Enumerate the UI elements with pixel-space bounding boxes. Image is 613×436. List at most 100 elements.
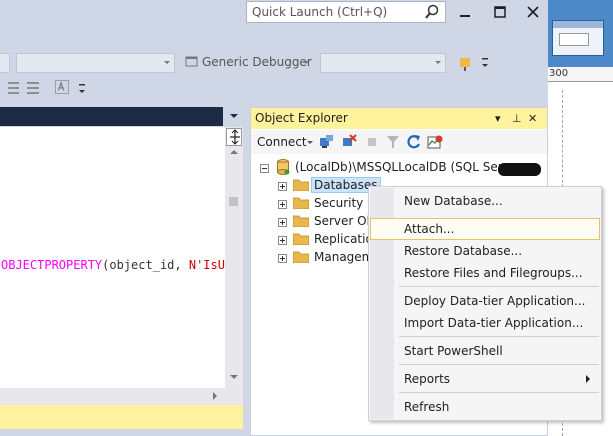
minimize-button[interactable]: [450, 0, 480, 24]
submenu-arrow-icon: [586, 375, 590, 383]
folder-icon: [293, 233, 309, 245]
document-tab[interactable]: [0, 107, 223, 126]
pin-icon[interactable]: [459, 56, 475, 72]
activity-monitor-icon[interactable]: [427, 134, 443, 150]
configuration-combo[interactable]: [0, 53, 10, 73]
debug-target-icon: [185, 56, 198, 67]
auto-hide-button[interactable]: ⊥: [512, 113, 522, 125]
redacted-version: [498, 163, 541, 176]
toolbar-overflow-icon[interactable]: [78, 84, 86, 96]
splitter-icon: [230, 129, 240, 145]
query-editor[interactable]: OBJECTPROPERTY(object_id, N'IsUs: [0, 127, 232, 388]
toolbar-overflow-icon[interactable]: [481, 58, 489, 72]
main-toolbar: Generic Debugger: [0, 50, 548, 76]
chevron-down-icon: [164, 61, 170, 64]
menu-item-attach[interactable]: Attach...: [370, 218, 600, 240]
menu-item-label: Reports: [404, 372, 451, 386]
menu-separator: [399, 364, 599, 365]
close-window-button[interactable]: [518, 0, 548, 24]
folder-icon: [293, 197, 309, 209]
menu-item-import-data-tier[interactable]: Import Data-tier Application...: [370, 312, 600, 334]
expand-icon[interactable]: [278, 236, 287, 245]
ruler-value: 300: [549, 68, 569, 79]
editor-vertical-scrollbar[interactable]: [225, 127, 243, 388]
panel-title: Object Explorer: [255, 111, 348, 125]
target-combo[interactable]: [320, 53, 446, 73]
debugger-button[interactable]: Generic Debugger: [202, 55, 312, 69]
disconnect-server-icon[interactable]: [341, 134, 357, 150]
menu-item-label: Deploy Data-tier Application...: [404, 294, 586, 308]
close-icon: [527, 6, 539, 18]
code-line: OBJECTPROPERTY(object_id, N'IsUs: [1, 258, 232, 272]
menu-item-label: Start PowerShell: [404, 344, 503, 358]
chevron-down-icon: [303, 61, 309, 64]
platform-combo[interactable]: [16, 53, 175, 73]
tree-node-label: Managem: [314, 250, 374, 264]
inner-window-titlebar: [553, 21, 603, 28]
folder-icon: [293, 215, 309, 227]
scroll-down-icon[interactable]: [230, 375, 238, 379]
filter-icon[interactable]: [385, 134, 401, 150]
server-node-label: (LocalDb)\MSSQLLocalDB (SQL Server: [295, 160, 523, 174]
database-server-icon: [277, 159, 290, 175]
menu-item-restore-files[interactable]: Restore Files and Filegroups...: [370, 262, 600, 284]
query-status-bar: [0, 405, 243, 429]
menu-item-restore-database[interactable]: Restore Database...: [370, 240, 600, 262]
chevron-down-icon[interactable]: [307, 141, 313, 144]
search-icon: [425, 4, 439, 19]
code-function: OBJECTPROPERTY: [1, 258, 103, 272]
quick-launch-input[interactable]: Quick Launch (Ctrl+Q): [246, 1, 446, 23]
scroll-up-icon[interactable]: [230, 150, 238, 154]
menu-item-new-database[interactable]: New Database...: [370, 190, 600, 212]
ruler: 300: [548, 67, 613, 82]
minimize-icon: [460, 15, 470, 17]
stop-icon[interactable]: [364, 134, 380, 150]
tab-dropdown-icon[interactable]: [230, 114, 238, 118]
menu-item-label: Refresh: [404, 400, 450, 414]
window-position-button[interactable]: ▾: [495, 113, 501, 125]
object-explorer-toolbar: Connect: [251, 130, 547, 154]
title-bar: Quick Launch (Ctrl+Q): [0, 0, 548, 50]
editor-toolbar: [0, 76, 548, 100]
spell-check-icon[interactable]: [54, 80, 70, 94]
decrease-indent-icon[interactable]: [4, 81, 20, 95]
connect-server-icon[interactable]: [318, 134, 334, 150]
menu-separator: [399, 286, 599, 287]
menu-separator: [399, 336, 599, 337]
refresh-icon[interactable]: [406, 134, 422, 150]
menu-item-reports[interactable]: Reports: [370, 368, 600, 390]
split-view-button[interactable]: [226, 128, 242, 146]
close-panel-button[interactable]: ✕: [528, 113, 537, 125]
menu-item-label: New Database...: [404, 194, 503, 208]
context-menu: New Database... Attach... Restore Databa…: [368, 186, 602, 421]
menu-item-start-powershell[interactable]: Start PowerShell: [370, 340, 600, 362]
maximize-button[interactable]: [485, 0, 515, 24]
expand-icon[interactable]: [278, 254, 287, 263]
folder-icon: [293, 179, 309, 191]
background-inner-window: [552, 20, 604, 56]
menu-item-label: Import Data-tier Application...: [404, 316, 584, 330]
chevron-down-icon: [435, 61, 441, 64]
object-explorer-header: Object Explorer ▾ ⊥ ✕: [251, 108, 547, 129]
increase-indent-icon[interactable]: [26, 81, 42, 95]
tree-node-server[interactable]: (LocalDb)\MSSQLLocalDB (SQL Server: [251, 158, 547, 176]
editor-horizontal-scrollbar[interactable]: [0, 388, 243, 405]
expand-icon[interactable]: [278, 200, 287, 209]
expand-icon[interactable]: [278, 182, 287, 191]
menu-item-label: Attach...: [404, 222, 455, 236]
scroll-right-icon[interactable]: [213, 392, 217, 400]
connect-button[interactable]: Connect: [257, 135, 307, 149]
inner-window-box: [559, 33, 589, 46]
maximize-icon: [494, 6, 506, 18]
expand-icon[interactable]: [278, 218, 287, 227]
menu-item-label: Restore Files and Filegroups...: [404, 266, 583, 280]
menu-separator: [399, 392, 599, 393]
menu-item-deploy-data-tier[interactable]: Deploy Data-tier Application...: [370, 290, 600, 312]
folder-icon: [293, 251, 309, 263]
quick-launch-placeholder: Quick Launch (Ctrl+Q): [252, 5, 388, 19]
tree-node-label: Security: [314, 196, 364, 210]
scrollbar-thumb[interactable]: [229, 197, 238, 206]
menu-item-refresh[interactable]: Refresh: [370, 396, 600, 418]
code-args: (object_id,: [102, 258, 189, 272]
collapse-icon[interactable]: [260, 164, 269, 173]
